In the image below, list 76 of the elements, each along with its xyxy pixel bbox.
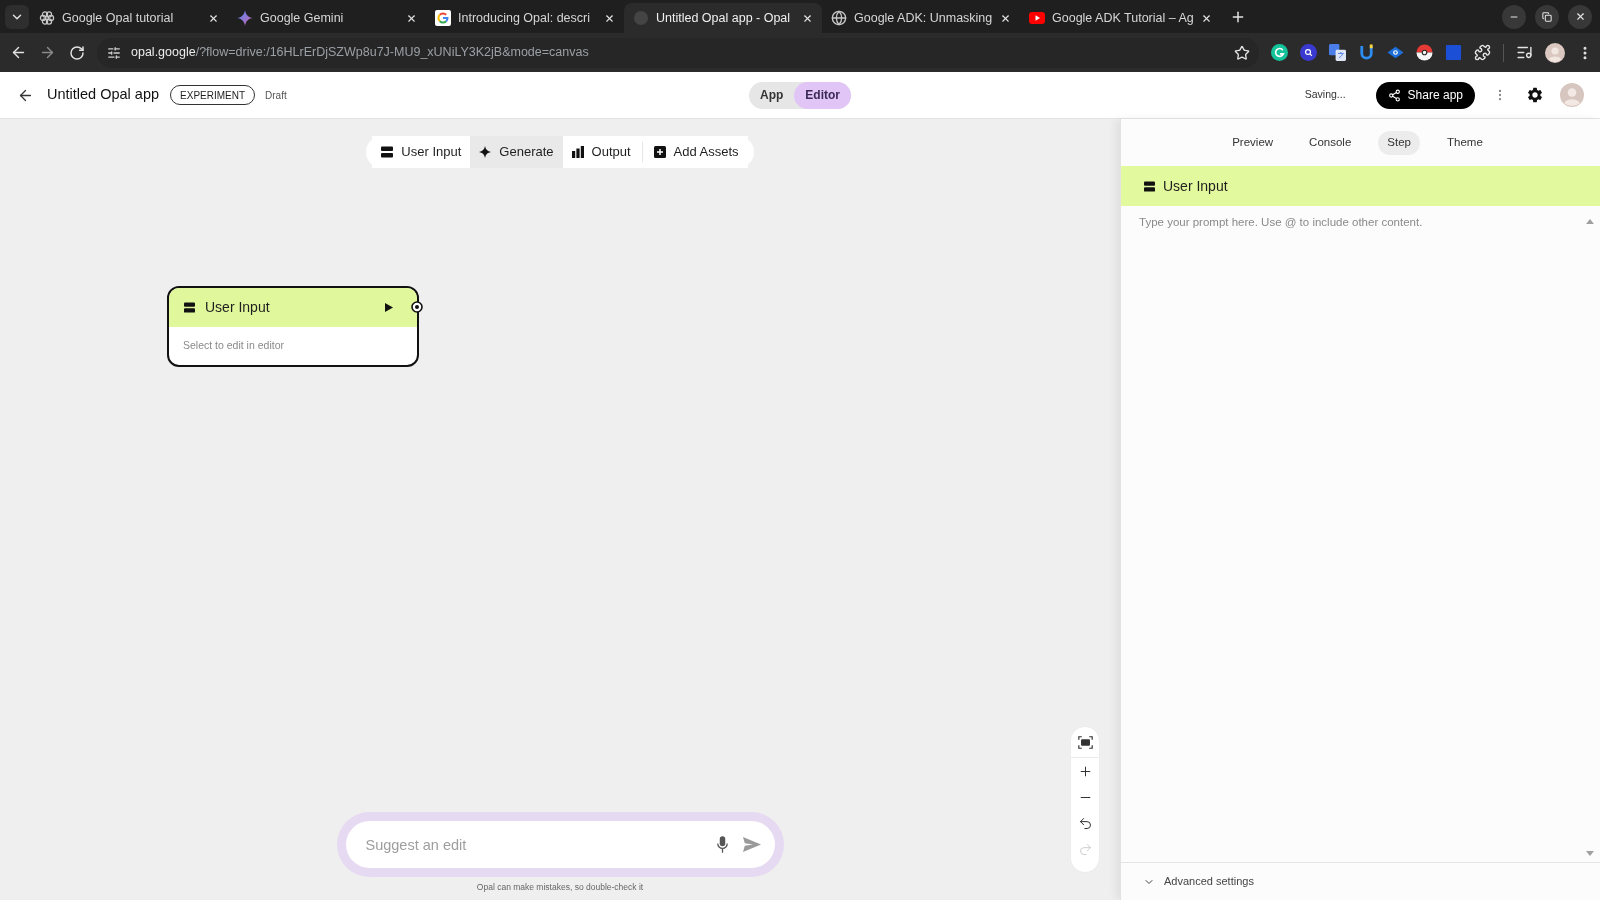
browser-tab[interactable]: Google ADK: Unmasking — [822, 3, 1020, 33]
prompt-field[interactable]: Type your prompt here. Use @ to include other content. — [1139, 214, 1586, 856]
undo-icon[interactable] — [1077, 815, 1093, 831]
close-icon — [1574, 11, 1586, 22]
mode-tab[interactable]: Editor — [794, 81, 851, 109]
playlist-icon[interactable] — [1516, 44, 1533, 61]
scroll-up-icon[interactable] — [1586, 219, 1594, 224]
two-bars-icon — [1144, 180, 1155, 192]
sliders-icon[interactable] — [107, 45, 121, 60]
puzzle-icon[interactable] — [1474, 44, 1491, 61]
tab-list-button[interactable] — [5, 4, 29, 29]
step-title: User Input — [1163, 176, 1228, 196]
letter-g-icon — [435, 10, 451, 26]
close-icon[interactable] — [802, 12, 813, 24]
star-icon[interactable] — [1234, 44, 1250, 61]
save-status: Saving... — [1304, 87, 1346, 103]
sparkle-icon — [237, 10, 253, 26]
play-icon[interactable] — [385, 303, 393, 312]
reload-icon[interactable] — [69, 44, 85, 61]
suggest-box[interactable]: Suggest an edit — [345, 821, 775, 869]
browser-tab[interactable]: Untitled Opal app - Opal — [624, 3, 822, 33]
share-app-button[interactable]: Share app — [1375, 81, 1475, 109]
advanced-settings-toggle[interactable]: Advanced settings — [1121, 862, 1600, 900]
settings-icon[interactable] — [1526, 86, 1544, 104]
avatar-icon[interactable] — [1545, 42, 1565, 63]
forward-icon[interactable] — [39, 44, 56, 61]
node-title: User Input — [205, 298, 270, 317]
ball-icon[interactable] — [1416, 44, 1433, 61]
restore-button[interactable] — [1535, 4, 1559, 29]
panel-tab[interactable]: Console — [1300, 130, 1361, 155]
restore-icon — [1542, 11, 1552, 22]
browser-tab[interactable]: Google Gemini — [228, 3, 426, 33]
address-field[interactable]: opal.google/?flow=drive:/16HLrErDjSZWp8u7J-MU9_xUNiLY3K2jB&mode=canvas — [97, 37, 1259, 68]
browser-tab[interactable]: Google Opal tutorial — [30, 3, 228, 33]
mode-tab[interactable]: App — [749, 81, 795, 109]
two-bars-icon — [184, 302, 195, 313]
panel-tab[interactable]: Step — [1378, 130, 1420, 155]
flower-icon — [39, 10, 55, 26]
bar-chart-icon — [571, 146, 584, 158]
microphone-icon[interactable] — [716, 836, 728, 854]
close-icon[interactable] — [1200, 12, 1212, 24]
dot-icon — [633, 10, 649, 26]
app-title: Untitled Opal app — [47, 85, 160, 105]
plus-square-icon — [653, 146, 666, 158]
close-icon[interactable] — [604, 12, 615, 24]
close-icon[interactable] — [208, 12, 219, 24]
disc-icon[interactable] — [1300, 44, 1317, 61]
play-icon — [1029, 12, 1045, 24]
u-shape-icon[interactable] — [1358, 44, 1375, 61]
eye-icon[interactable] — [1387, 44, 1404, 61]
suggest-field[interactable]: Suggest an edit — [365, 829, 709, 860]
close-button[interactable] — [1568, 4, 1592, 29]
ring-icon[interactable] — [1271, 44, 1288, 61]
draft-label: Draft — [265, 88, 287, 103]
close-icon[interactable] — [1000, 12, 1011, 24]
translate-icon[interactable] — [1329, 44, 1346, 61]
disclaimer-text: Opal can make mistakes, so double-check it — [476, 881, 644, 894]
browser-tab[interactable]: Google ADK Tutorial – Ag — [1020, 3, 1218, 33]
plus-icon[interactable] — [1077, 763, 1093, 779]
scroll-down-icon[interactable] — [1586, 851, 1594, 856]
panel-tab[interactable]: Preview — [1223, 130, 1283, 155]
close-icon[interactable] — [406, 12, 417, 24]
share-icon — [1387, 88, 1401, 102]
step-node[interactable]: User Input Select to edit in editor — [167, 286, 419, 367]
panel-tab[interactable]: Theme — [1438, 130, 1492, 155]
two-bars-icon — [381, 146, 394, 158]
node-hint: Select to edit in editor — [183, 338, 284, 354]
browser-tab[interactable]: Introducing Opal: descri — [426, 3, 624, 33]
send-icon[interactable] — [742, 837, 761, 853]
globe-icon — [831, 10, 847, 26]
add-step-button[interactable]: Generate — [470, 136, 563, 168]
minimize-button[interactable] — [1502, 4, 1526, 29]
sparkle-icon — [479, 146, 492, 158]
fit-screen-icon[interactable] — [1077, 735, 1093, 749]
output-port-icon[interactable] — [411, 301, 423, 313]
back-icon[interactable] — [10, 44, 27, 61]
